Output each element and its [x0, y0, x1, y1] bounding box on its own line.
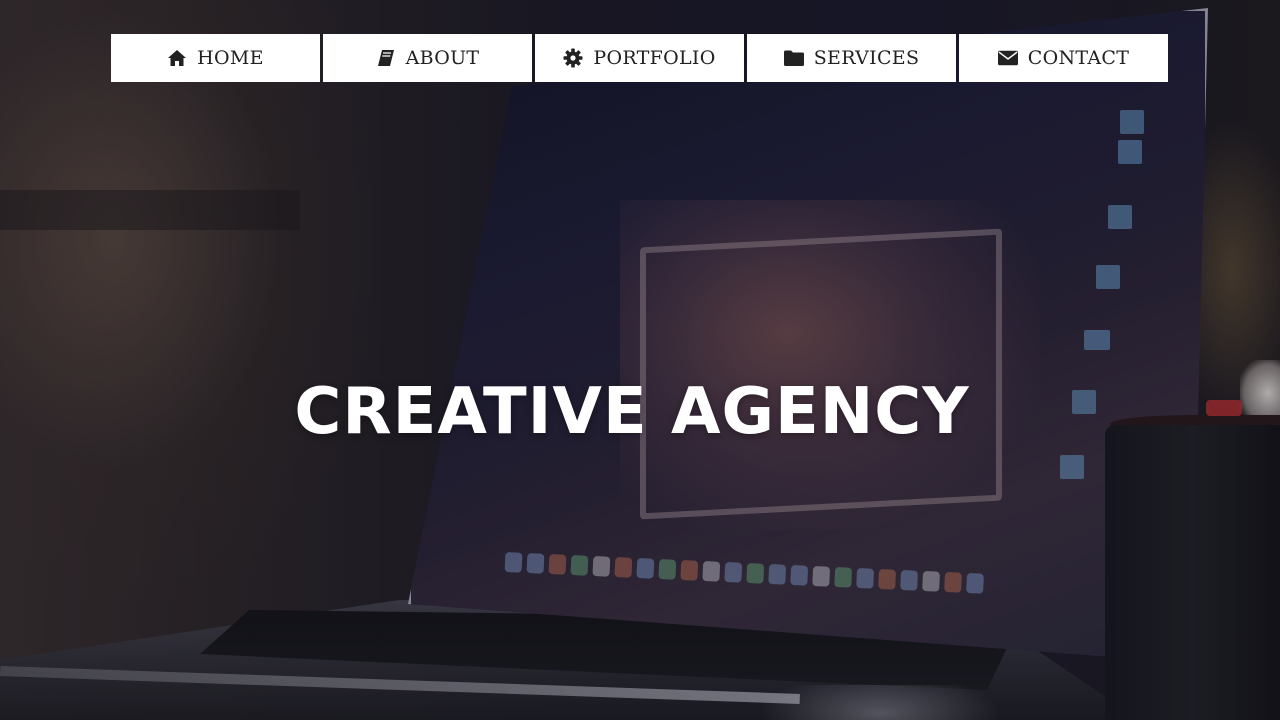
- folder-icon: [783, 48, 804, 68]
- nav-item-portfolio[interactable]: PORTFOLIO: [535, 34, 744, 82]
- nav-item-label: HOME: [197, 47, 264, 69]
- main-nav: HOME ABOUT PORTFOLIO SERVICES CONTACT: [111, 34, 1168, 82]
- home-icon: [167, 48, 187, 68]
- nav-item-label: SERVICES: [813, 47, 920, 69]
- nav-item-about[interactable]: ABOUT: [323, 34, 532, 82]
- nav-item-contact[interactable]: CONTACT: [959, 34, 1168, 82]
- nav-item-label: ABOUT: [405, 47, 480, 69]
- background-overlay: [0, 0, 1280, 720]
- gear-icon: [563, 48, 583, 68]
- hero-section: HOME ABOUT PORTFOLIO SERVICES CONTACT CR…: [0, 0, 1280, 720]
- nav-item-label: PORTFOLIO: [593, 47, 716, 69]
- book-icon: [376, 48, 396, 68]
- envelope-icon: [997, 48, 1018, 68]
- nav-item-services[interactable]: SERVICES: [747, 34, 956, 82]
- hero-headline: CREATIVE AGENCY: [294, 374, 970, 449]
- nav-item-label: CONTACT: [1027, 47, 1130, 69]
- nav-item-home[interactable]: HOME: [111, 34, 320, 82]
